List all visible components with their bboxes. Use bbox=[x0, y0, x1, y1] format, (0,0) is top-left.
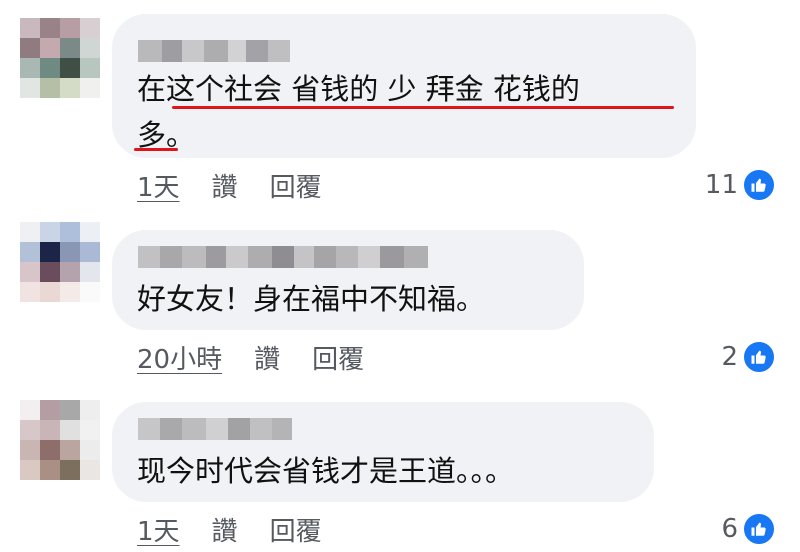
reaction-count: 2 bbox=[721, 342, 738, 372]
like-button[interactable]: 讚 bbox=[212, 167, 238, 204]
highlight-underline bbox=[134, 148, 178, 151]
comment-text: 好女友！身在福中不知福。 bbox=[137, 282, 486, 316]
reaction-count: 6 bbox=[721, 514, 738, 544]
comment-timestamp[interactable]: 1天 bbox=[137, 511, 180, 548]
comment-bubble: 好女友！身在福中不知福。 bbox=[112, 230, 584, 330]
commenter-name-blurred[interactable] bbox=[138, 246, 428, 268]
comment-timestamp[interactable]: 20小時 bbox=[137, 339, 222, 376]
avatar[interactable] bbox=[20, 18, 100, 98]
avatar[interactable] bbox=[20, 222, 100, 302]
comment-actions: 1天 讚 回覆 bbox=[137, 170, 322, 203]
comment-timestamp[interactable]: 1天 bbox=[137, 167, 180, 204]
avatar[interactable] bbox=[20, 400, 100, 480]
commenter-name-blurred[interactable] bbox=[138, 40, 290, 62]
reaction-summary[interactable]: 2 bbox=[721, 340, 776, 374]
comment-actions: 1天 讚 回覆 bbox=[137, 514, 322, 547]
highlight-underline bbox=[172, 106, 674, 109]
reaction-summary[interactable]: 11 bbox=[704, 168, 776, 202]
comment-actions: 20小時 讚 回覆 bbox=[137, 342, 364, 375]
commenter-name-blurred[interactable] bbox=[138, 418, 292, 440]
reaction-count: 11 bbox=[704, 170, 738, 200]
like-icon bbox=[742, 512, 776, 546]
like-icon bbox=[742, 168, 776, 202]
comment-text: 现今时代会省钱才是王道。。。 bbox=[137, 454, 515, 488]
comment-bubble: 在这个社会 省钱的 少 拜金 花钱的 多。 bbox=[112, 14, 696, 158]
comment-bubble: 现今时代会省钱才是王道。。。 bbox=[112, 402, 654, 502]
reply-button[interactable]: 回覆 bbox=[270, 511, 322, 548]
like-icon bbox=[742, 340, 776, 374]
reply-button[interactable]: 回覆 bbox=[312, 339, 364, 376]
reply-button[interactable]: 回覆 bbox=[270, 167, 322, 204]
like-button[interactable]: 讚 bbox=[254, 339, 280, 376]
reaction-summary[interactable]: 6 bbox=[721, 512, 776, 546]
like-button[interactable]: 讚 bbox=[212, 511, 238, 548]
comment-text-line1: 在这个社会 省钱的 少 拜金 花钱的 bbox=[137, 72, 580, 106]
